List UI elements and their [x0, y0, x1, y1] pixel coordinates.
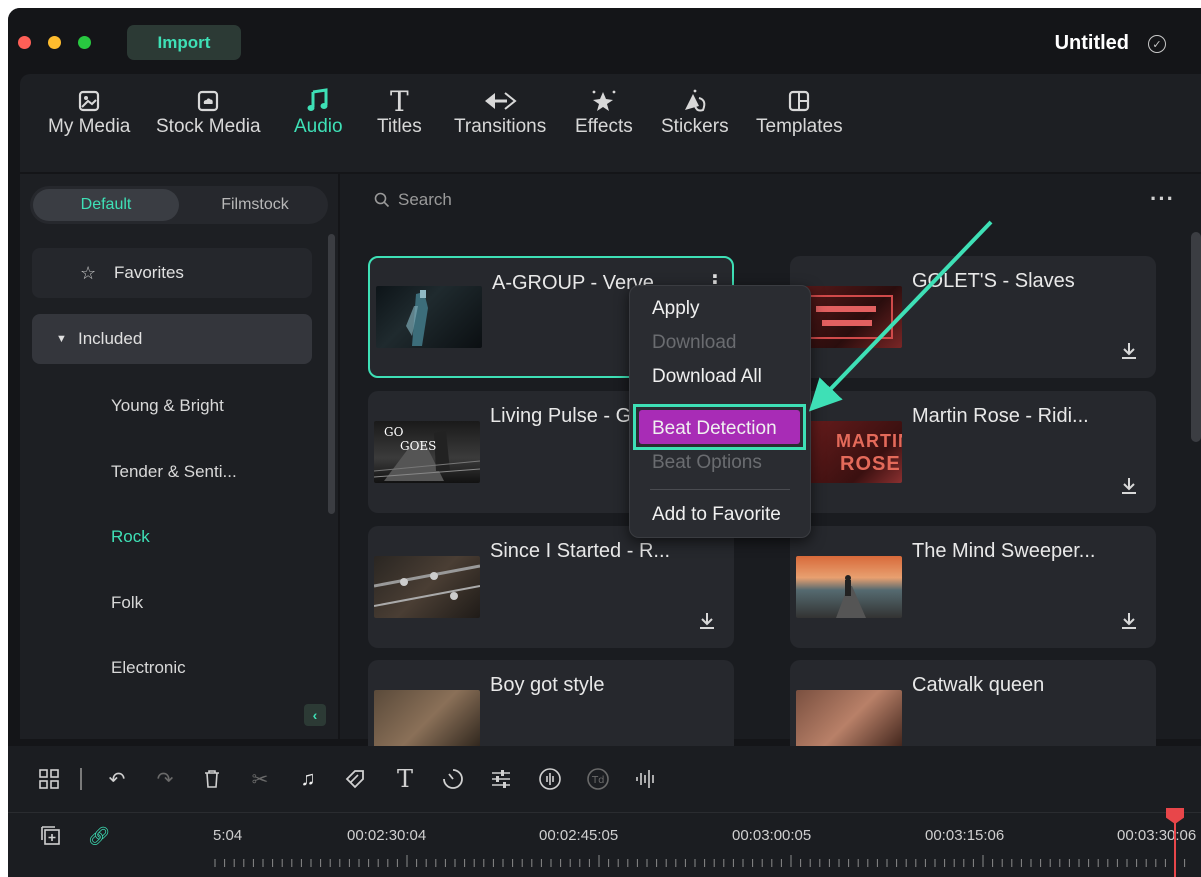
undo-icon[interactable]: ↶ [104, 766, 130, 792]
ruler-ticks [214, 855, 1186, 867]
timestamp: 00:03:00:05 [732, 827, 812, 844]
timestamp: 5:04 [213, 827, 243, 844]
speed-icon[interactable] [440, 766, 466, 792]
timestamp: 00:03:15:06 [925, 827, 1005, 844]
playhead[interactable] [1174, 812, 1176, 877]
redo-icon[interactable]: ↷ [152, 766, 178, 792]
toolbar-divider [80, 768, 82, 790]
add-track-icon[interactable] [38, 823, 64, 849]
audio-note-icon[interactable]: ♫ [295, 766, 321, 792]
timestamp: 00:02:45:05 [539, 827, 619, 844]
layout-grid-icon[interactable] [36, 766, 62, 792]
text-to-speech-icon[interactable]: Td [585, 766, 611, 792]
adjust-icon[interactable] [488, 766, 514, 792]
edit-toolbar: ↶ ↷ ✂ ♫ T Td [8, 746, 1201, 812]
waveform-icon[interactable] [633, 766, 659, 792]
tag-icon[interactable] [342, 766, 368, 792]
app-window: Import Untitled ✓ My Media Stock Media A… [8, 8, 1201, 877]
timeline-ruler[interactable]: 🔗︎ 5:04 00:02:30:04 00:02:45:05 00:03:00… [8, 812, 1201, 877]
svg-text:Td: Td [591, 775, 604, 786]
scissors-icon[interactable]: ✂ [247, 766, 273, 792]
text-tool-icon[interactable]: T [392, 765, 418, 793]
link-icon[interactable]: 🔗︎ [86, 823, 112, 849]
audio-effect-icon[interactable] [537, 766, 563, 792]
timestamp: 00:02:30:04 [347, 827, 427, 844]
delete-icon[interactable] [199, 766, 225, 792]
timestamp: 00:03:30:06 [1117, 827, 1197, 844]
